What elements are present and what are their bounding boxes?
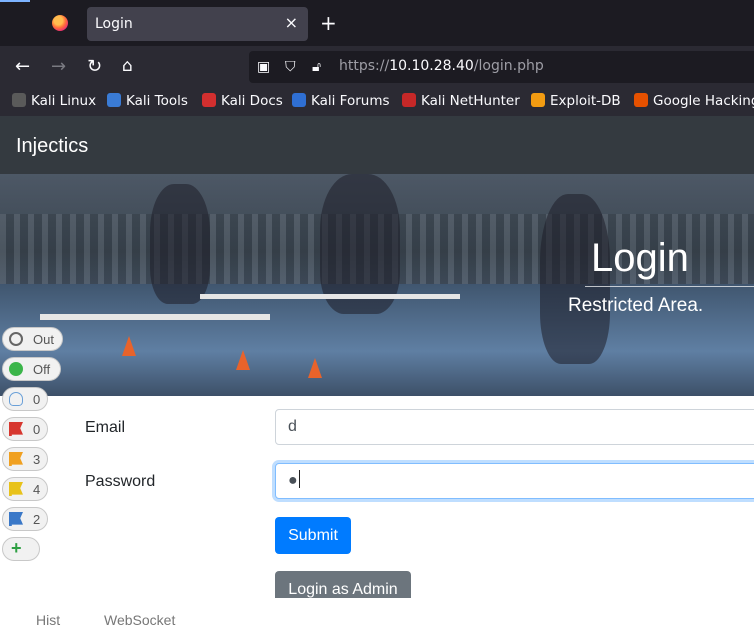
bookmark-kali-tools[interactable]: Kali Tools [107, 93, 188, 109]
overlay-out-label: Out [33, 332, 54, 347]
url-bar[interactable]: ▣ ⛉ 🔓︎ https://10.10.28.40/login.php [249, 51, 754, 83]
hero-divider [585, 286, 754, 287]
hero-title: Login [591, 236, 689, 280]
overlay-out-toggle[interactable]: Out [2, 327, 63, 351]
lock-icon[interactable]: 🔓︎ [312, 59, 321, 75]
target-icon [9, 332, 23, 346]
overlay-lightbulb-counter[interactable]: 0 [2, 387, 48, 411]
tab-title: Login [95, 16, 133, 32]
bookmark-kali-docs[interactable]: Kali Docs [202, 93, 283, 109]
site-brand[interactable]: Injectics [16, 135, 88, 158]
bookmark-kali-forums[interactable]: Kali Forums [292, 93, 390, 109]
close-icon[interactable]: × [285, 13, 298, 32]
new-tab-button[interactable]: + [320, 11, 337, 35]
url-text[interactable]: https://10.10.28.40/login.php [339, 58, 544, 74]
active-indicator [0, 0, 30, 2]
cone-shape [122, 336, 136, 356]
kali-linux-icon [12, 93, 26, 107]
overlay-off-toggle[interactable]: Off [2, 357, 61, 381]
overlay-blue-flag-counter[interactable]: 2 [2, 507, 48, 531]
flag-red-icon [9, 422, 23, 436]
overlay-count: 0 [33, 422, 41, 437]
bottom-strip: Hist WebSocket [0, 598, 754, 628]
hurdle-bar [40, 314, 270, 320]
overlay-count: 0 [33, 392, 41, 407]
flag-yellow-icon [9, 482, 23, 496]
kali-docs-icon [202, 93, 216, 107]
overlay-add-button[interactable]: + [2, 537, 40, 561]
overlay-count: 2 [33, 512, 41, 527]
firefox-icon [52, 15, 68, 31]
kali-nethunter-icon [402, 93, 416, 107]
site-navbar: Injectics [0, 116, 754, 174]
cone-shape [236, 350, 250, 370]
bookmark-exploit-db[interactable]: Exploit-DB [531, 93, 621, 109]
shield-icon[interactable]: ⛉ [285, 59, 296, 75]
password-label: Password [85, 473, 156, 490]
websocket-tab[interactable]: WebSocket [104, 612, 175, 628]
bookmark-kali-nethunter[interactable]: Kali NetHunter [402, 93, 520, 109]
forward-arrow-icon[interactable]: → [51, 56, 66, 77]
kali-forums-icon [292, 93, 306, 107]
flag-blue-icon [9, 512, 23, 526]
tab-login[interactable]: Login × [87, 7, 308, 41]
home-icon[interactable]: ⌂ [122, 56, 133, 76]
reader-icon[interactable]: ▣ [257, 59, 270, 75]
hurdle-bar [200, 294, 460, 299]
browser-tab-bar: Login × + [0, 0, 754, 46]
hero-banner: Login Restricted Area. [0, 174, 754, 396]
browser-nav-bar: ← → ↻ ⌂ ▣ ⛉ 🔓︎ https://10.10.28.40/login… [0, 46, 754, 88]
plus-icon: + [11, 538, 22, 558]
bookmarks-bar: Kali Linux Kali Tools Kali Docs Kali For… [0, 88, 754, 116]
lightbulb-icon [9, 392, 23, 406]
athlete-figure [320, 174, 400, 314]
back-arrow-icon[interactable]: ← [15, 56, 30, 77]
overlay-yellow-flag-counter[interactable]: 4 [2, 477, 48, 501]
reload-icon[interactable]: ↻ [87, 56, 102, 77]
password-field[interactable]: ● [275, 463, 754, 499]
bookmark-google-hacking[interactable]: Google Hacking [634, 93, 754, 109]
submit-button[interactable]: Submit [275, 517, 351, 554]
bookmark-kali-linux[interactable]: Kali Linux [12, 93, 96, 109]
email-field[interactable]: d [275, 409, 754, 445]
overlay-red-flag-counter[interactable]: 0 [2, 417, 48, 441]
text-caret [298, 470, 300, 488]
overlay-count: 4 [33, 482, 41, 497]
kali-tools-icon [107, 93, 121, 107]
hero-subtitle: Restricted Area. [568, 295, 704, 316]
overlay-count: 3 [33, 452, 41, 467]
status-dot-icon [9, 362, 23, 376]
athlete-figure [150, 184, 210, 304]
overlay-off-label: Off [33, 362, 51, 377]
cone-shape [308, 358, 322, 378]
google-hacking-icon [634, 93, 648, 107]
flag-orange-icon [9, 452, 23, 466]
email-label: Email [85, 419, 126, 436]
exploit-db-icon [531, 93, 545, 107]
history-tab[interactable]: Hist [36, 612, 60, 628]
overlay-orange-flag-counter[interactable]: 3 [2, 447, 48, 471]
